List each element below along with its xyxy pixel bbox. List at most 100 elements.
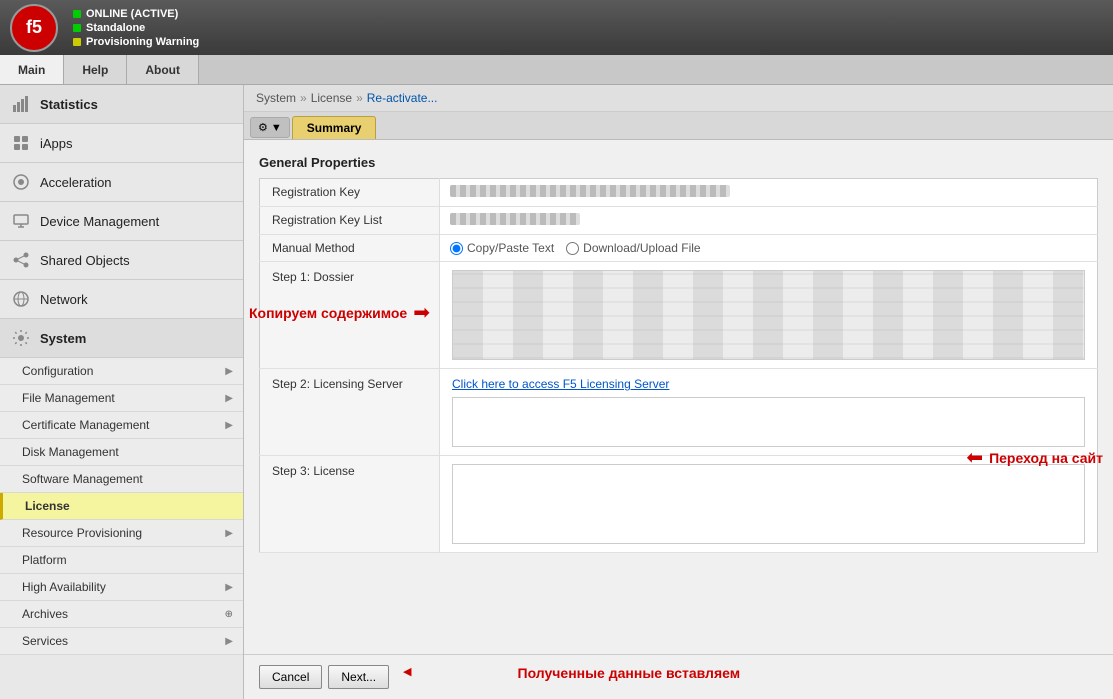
gear-button[interactable]: ⚙ ▼ [250,117,290,138]
cancel-button[interactable]: Cancel [259,665,322,689]
sidebar-item-shared-objects[interactable]: Shared Objects [0,241,243,280]
step3-license-textarea[interactable] [452,464,1085,544]
gear-dropdown-arrow: ▼ [271,122,282,134]
submenu-certificate-management[interactable]: Certificate Management ▶ [0,412,243,439]
network-icon [10,288,32,310]
annotation-paste: Полученные данные вставляем [518,665,741,689]
submenu-platform[interactable]: Platform [0,547,243,574]
registration-key-list-label: Registration Key List [260,207,440,235]
main-layout: Statistics iApps Acceleration Device Man… [0,85,1113,699]
step1-value[interactable] [440,262,1098,369]
sidebar: Statistics iApps Acceleration Device Man… [0,85,244,699]
radio-copy-paste-input[interactable] [450,242,463,255]
radio-copy-paste-label: Copy/Paste Text [467,241,554,255]
registration-key-label: Registration Key [260,179,440,207]
tab-summary[interactable]: Summary [292,116,377,139]
radio-download-upload[interactable]: Download/Upload File [566,241,700,255]
nav-tabs: Main Help About [0,55,1113,85]
arrow-icon: ▶ [225,528,233,539]
step2-row: Step 2: Licensing Server Click here to a… [260,369,1098,456]
content-wrapper: System » License » Re-activate... ⚙ ▼ Su… [244,85,1113,699]
section-title: General Properties [259,155,1098,170]
breadcrumb-license[interactable]: License [311,91,352,105]
submenu-resource-provisioning[interactable]: Resource Provisioning ▶ [0,520,243,547]
registration-key-blurred [450,185,730,197]
statistics-icon [10,93,32,115]
acceleration-icon [10,171,32,193]
sidebar-item-acceleration[interactable]: Acceleration [0,163,243,202]
system-icon [10,327,32,349]
status-line-1: ONLINE (ACTIVE) [73,8,199,20]
status-dot-standalone [73,24,81,32]
status-dot-warning [73,38,81,46]
device-management-icon [10,210,32,232]
submenu-software-management[interactable]: Software Management [0,466,243,493]
next-button[interactable]: Next... [328,665,389,689]
iapps-icon [10,132,32,154]
sidebar-item-iapps[interactable]: iApps [0,124,243,163]
breadcrumb: System » License » Re-activate... [244,85,1113,112]
status-warning-label: Provisioning Warning [86,36,199,48]
device-management-label: Device Management [40,214,159,229]
radio-group: Copy/Paste Text Download/Upload File [450,241,1087,255]
tab-help[interactable]: Help [64,55,127,84]
breadcrumb-system[interactable]: System [256,91,296,105]
step3-label: Step 3: License [260,456,440,553]
footer-buttons: Cancel Next... ◀ Полученные данные встав… [244,654,1113,699]
radio-copy-paste[interactable]: Copy/Paste Text [450,241,554,255]
form-area: General Properties Registration Key Regi… [244,140,1113,654]
shared-objects-label: Shared Objects [40,253,130,268]
content-tabs: ⚙ ▼ Summary [244,112,1113,140]
iapps-label: iApps [40,136,73,151]
arrow-icon: ▶ [225,636,233,647]
submenu-archives[interactable]: Archives ⊕ [0,601,243,628]
status-block: ONLINE (ACTIVE) Standalone Provisioning … [73,8,199,48]
sidebar-item-system[interactable]: System [0,319,243,358]
radio-download-upload-label: Download/Upload File [583,241,700,255]
network-label: Network [40,292,88,307]
step3-value[interactable] [440,456,1098,553]
manual-method-row: Manual Method Copy/Paste Text Download/U… [260,235,1098,262]
step2-textarea[interactable] [452,397,1085,447]
f5-logo: f5 [10,4,58,52]
radio-download-upload-input[interactable] [566,242,579,255]
registration-key-list-value [440,207,1098,235]
sidebar-item-network[interactable]: Network [0,280,243,319]
header: f5 ONLINE (ACTIVE) Standalone Provisioni… [0,0,1113,55]
arrow-icon: ▶ [225,366,233,377]
sidebar-item-statistics[interactable]: Statistics [0,85,243,124]
submenu-high-availability[interactable]: High Availability ▶ [0,574,243,601]
shared-objects-icon [10,249,32,271]
step1-dossier-textarea[interactable] [452,270,1085,360]
add-icon: ⊕ [225,609,233,620]
submenu-license[interactable]: License [0,493,243,520]
registration-key-row: Registration Key [260,179,1098,207]
status-dot-active [73,10,81,18]
status-line-2: Standalone [73,22,199,34]
tab-about[interactable]: About [127,55,199,84]
submenu-file-management[interactable]: File Management ▶ [0,385,243,412]
statistics-label: Statistics [40,97,98,112]
breadcrumb-reactivate[interactable]: Re-activate... [367,91,438,105]
submenu-disk-management[interactable]: Disk Management [0,439,243,466]
registration-key-list-row: Registration Key List [260,207,1098,235]
sidebar-item-device-management[interactable]: Device Management [0,202,243,241]
manual-method-label: Manual Method [260,235,440,262]
system-label: System [40,331,86,346]
form-table: Registration Key Registration Key List M… [259,178,1098,553]
submenu-configuration[interactable]: Configuration ▶ [0,358,243,385]
tab-main[interactable]: Main [0,55,64,84]
step2-value: Click here to access F5 Licensing Server [440,369,1098,456]
registration-key-list-blurred [450,213,580,225]
status-standalone-label: Standalone [86,22,145,34]
step2-label: Step 2: Licensing Server [260,369,440,456]
step1-label: Step 1: Dossier [260,262,440,369]
license-server-link[interactable]: Click here to access F5 Licensing Server [452,377,669,391]
arrow-icon: ▶ [225,420,233,431]
submenu-services[interactable]: Services ▶ [0,628,243,655]
step1-row: Step 1: Dossier [260,262,1098,369]
manual-method-value: Copy/Paste Text Download/Upload File [440,235,1098,262]
registration-key-value [440,179,1098,207]
status-line-3: Provisioning Warning [73,36,199,48]
arrow-icon: ▶ [225,393,233,404]
